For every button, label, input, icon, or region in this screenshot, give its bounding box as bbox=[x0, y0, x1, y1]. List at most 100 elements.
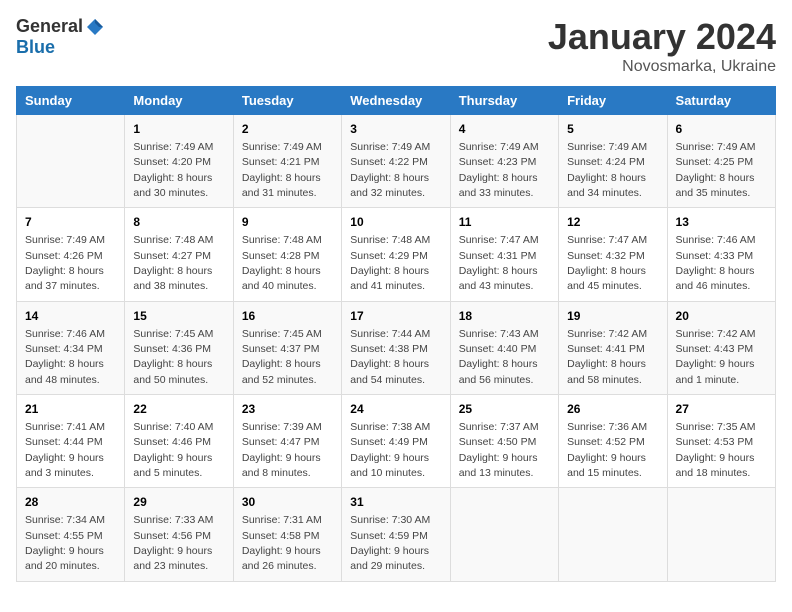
cell-info: Sunrise: 7:39 AM Sunset: 4:47 PM Dayligh… bbox=[242, 421, 322, 479]
day-number: 3 bbox=[350, 121, 441, 138]
header-wednesday: Wednesday bbox=[342, 87, 450, 115]
cell-info: Sunrise: 7:48 AM Sunset: 4:29 PM Dayligh… bbox=[350, 234, 430, 292]
calendar-cell: 17 Sunrise: 7:44 AM Sunset: 4:38 PM Dayli… bbox=[342, 301, 450, 394]
cell-info: Sunrise: 7:42 AM Sunset: 4:43 PM Dayligh… bbox=[676, 328, 756, 386]
day-number: 24 bbox=[350, 401, 441, 418]
header-tuesday: Tuesday bbox=[233, 87, 341, 115]
day-number: 12 bbox=[567, 214, 658, 231]
day-number: 17 bbox=[350, 308, 441, 325]
day-number: 13 bbox=[676, 214, 767, 231]
calendar-cell: 23 Sunrise: 7:39 AM Sunset: 4:47 PM Dayli… bbox=[233, 395, 341, 488]
calendar-cell: 25Sunrise: 7:37 AM Sunset: 4:50 PM Dayli… bbox=[450, 395, 558, 488]
day-number: 22 bbox=[133, 401, 224, 418]
calendar-week-row: 28 Sunrise: 7:34 AM Sunset: 4:55 PM Dayli… bbox=[17, 488, 776, 581]
calendar-cell: 10Sunrise: 7:48 AM Sunset: 4:29 PM Dayli… bbox=[342, 208, 450, 301]
cell-info: Sunrise: 7:48 AM Sunset: 4:28 PM Dayligh… bbox=[242, 234, 322, 292]
calendar-cell: 9 Sunrise: 7:48 AM Sunset: 4:28 PM Daylig… bbox=[233, 208, 341, 301]
page-header: General Blue January 2024 Novosmarka, Uk… bbox=[16, 16, 776, 76]
day-number: 29 bbox=[133, 494, 224, 511]
cell-info: Sunrise: 7:49 AM Sunset: 4:21 PM Dayligh… bbox=[242, 141, 322, 199]
day-number: 5 bbox=[567, 121, 658, 138]
calendar-cell: 24 Sunrise: 7:38 AM Sunset: 4:49 PM Dayli… bbox=[342, 395, 450, 488]
header-monday: Monday bbox=[125, 87, 233, 115]
calendar-cell: 1 Sunrise: 7:49 AM Sunset: 4:20 PM Daylig… bbox=[125, 115, 233, 208]
cell-info: Sunrise: 7:49 AM Sunset: 4:20 PM Dayligh… bbox=[133, 141, 213, 199]
calendar-cell: 2 Sunrise: 7:49 AM Sunset: 4:21 PM Daylig… bbox=[233, 115, 341, 208]
day-number: 20 bbox=[676, 308, 767, 325]
calendar-cell: 26 Sunrise: 7:36 AM Sunset: 4:52 PM Dayli… bbox=[559, 395, 667, 488]
calendar-cell: 29 Sunrise: 7:33 AM Sunset: 4:56 PM Dayli… bbox=[125, 488, 233, 581]
day-number: 27 bbox=[676, 401, 767, 418]
calendar-cell: 28 Sunrise: 7:34 AM Sunset: 4:55 PM Dayli… bbox=[17, 488, 125, 581]
calendar-week-row: 14 Sunrise: 7:46 AM Sunset: 4:34 PM Dayli… bbox=[17, 301, 776, 394]
cell-info: Sunrise: 7:30 AM Sunset: 4:59 PM Dayligh… bbox=[350, 514, 430, 572]
title-block: January 2024 Novosmarka, Ukraine bbox=[548, 16, 776, 76]
day-number: 18 bbox=[459, 308, 550, 325]
calendar-cell bbox=[17, 115, 125, 208]
cell-info: Sunrise: 7:44 AM Sunset: 4:38 PM Dayligh… bbox=[350, 328, 430, 386]
header-thursday: Thursday bbox=[450, 87, 558, 115]
day-number: 19 bbox=[567, 308, 658, 325]
day-number: 15 bbox=[133, 308, 224, 325]
cell-info: Sunrise: 7:46 AM Sunset: 4:34 PM Dayligh… bbox=[25, 328, 105, 386]
cell-info: Sunrise: 7:38 AM Sunset: 4:49 PM Dayligh… bbox=[350, 421, 430, 479]
day-number: 7 bbox=[25, 214, 116, 231]
calendar-cell: 12 Sunrise: 7:47 AM Sunset: 4:32 PM Dayli… bbox=[559, 208, 667, 301]
page-subtitle: Novosmarka, Ukraine bbox=[548, 58, 776, 76]
calendar-table: SundayMondayTuesdayWednesdayThursdayFrid… bbox=[16, 86, 776, 582]
day-number: 23 bbox=[242, 401, 333, 418]
calendar-cell: 21Sunrise: 7:41 AM Sunset: 4:44 PM Dayli… bbox=[17, 395, 125, 488]
day-number: 28 bbox=[25, 494, 116, 511]
page-title: January 2024 bbox=[548, 16, 776, 58]
header-sunday: Sunday bbox=[17, 87, 125, 115]
calendar-cell: 15 Sunrise: 7:45 AM Sunset: 4:36 PM Dayli… bbox=[125, 301, 233, 394]
calendar-cell: 8 Sunrise: 7:48 AM Sunset: 4:27 PM Daylig… bbox=[125, 208, 233, 301]
calendar-cell: 7Sunrise: 7:49 AM Sunset: 4:26 PM Daylig… bbox=[17, 208, 125, 301]
day-number: 16 bbox=[242, 308, 333, 325]
day-number: 26 bbox=[567, 401, 658, 418]
cell-info: Sunrise: 7:40 AM Sunset: 4:46 PM Dayligh… bbox=[133, 421, 213, 479]
cell-info: Sunrise: 7:45 AM Sunset: 4:37 PM Dayligh… bbox=[242, 328, 322, 386]
cell-info: Sunrise: 7:43 AM Sunset: 4:40 PM Dayligh… bbox=[459, 328, 539, 386]
day-number: 1 bbox=[133, 121, 224, 138]
calendar-cell: 20 Sunrise: 7:42 AM Sunset: 4:43 PM Dayli… bbox=[667, 301, 775, 394]
cell-info: Sunrise: 7:42 AM Sunset: 4:41 PM Dayligh… bbox=[567, 328, 647, 386]
header-friday: Friday bbox=[559, 87, 667, 115]
calendar-cell: 4 Sunrise: 7:49 AM Sunset: 4:23 PM Daylig… bbox=[450, 115, 558, 208]
logo: General Blue bbox=[16, 16, 105, 58]
cell-info: Sunrise: 7:47 AM Sunset: 4:32 PM Dayligh… bbox=[567, 234, 647, 292]
calendar-week-row: 1 Sunrise: 7:49 AM Sunset: 4:20 PM Daylig… bbox=[17, 115, 776, 208]
calendar-cell: 31Sunrise: 7:30 AM Sunset: 4:59 PM Dayli… bbox=[342, 488, 450, 581]
calendar-cell: 6Sunrise: 7:49 AM Sunset: 4:25 PM Daylig… bbox=[667, 115, 775, 208]
day-number: 9 bbox=[242, 214, 333, 231]
calendar-cell: 3Sunrise: 7:49 AM Sunset: 4:22 PM Daylig… bbox=[342, 115, 450, 208]
cell-info: Sunrise: 7:49 AM Sunset: 4:23 PM Dayligh… bbox=[459, 141, 539, 199]
calendar-cell: 22 Sunrise: 7:40 AM Sunset: 4:46 PM Dayli… bbox=[125, 395, 233, 488]
day-number: 8 bbox=[133, 214, 224, 231]
day-number: 14 bbox=[25, 308, 116, 325]
cell-info: Sunrise: 7:36 AM Sunset: 4:52 PM Dayligh… bbox=[567, 421, 647, 479]
cell-info: Sunrise: 7:31 AM Sunset: 4:58 PM Dayligh… bbox=[242, 514, 322, 572]
day-number: 25 bbox=[459, 401, 550, 418]
calendar-week-row: 7Sunrise: 7:49 AM Sunset: 4:26 PM Daylig… bbox=[17, 208, 776, 301]
calendar-week-row: 21Sunrise: 7:41 AM Sunset: 4:44 PM Dayli… bbox=[17, 395, 776, 488]
cell-info: Sunrise: 7:33 AM Sunset: 4:56 PM Dayligh… bbox=[133, 514, 213, 572]
day-number: 11 bbox=[459, 214, 550, 231]
calendar-cell: 14 Sunrise: 7:46 AM Sunset: 4:34 PM Dayli… bbox=[17, 301, 125, 394]
calendar-cell bbox=[667, 488, 775, 581]
cell-info: Sunrise: 7:49 AM Sunset: 4:25 PM Dayligh… bbox=[676, 141, 756, 199]
logo-icon bbox=[85, 17, 105, 37]
calendar-cell: 27Sunrise: 7:35 AM Sunset: 4:53 PM Dayli… bbox=[667, 395, 775, 488]
logo-general-text: General bbox=[16, 16, 83, 37]
calendar-cell: 30Sunrise: 7:31 AM Sunset: 4:58 PM Dayli… bbox=[233, 488, 341, 581]
cell-info: Sunrise: 7:48 AM Sunset: 4:27 PM Dayligh… bbox=[133, 234, 213, 292]
calendar-cell: 16 Sunrise: 7:45 AM Sunset: 4:37 PM Dayli… bbox=[233, 301, 341, 394]
cell-info: Sunrise: 7:34 AM Sunset: 4:55 PM Dayligh… bbox=[25, 514, 105, 572]
cell-info: Sunrise: 7:47 AM Sunset: 4:31 PM Dayligh… bbox=[459, 234, 539, 292]
day-number: 4 bbox=[459, 121, 550, 138]
calendar-header-row: SundayMondayTuesdayWednesdayThursdayFrid… bbox=[17, 87, 776, 115]
calendar-cell: 19 Sunrise: 7:42 AM Sunset: 4:41 PM Dayli… bbox=[559, 301, 667, 394]
cell-info: Sunrise: 7:45 AM Sunset: 4:36 PM Dayligh… bbox=[133, 328, 213, 386]
day-number: 21 bbox=[25, 401, 116, 418]
day-number: 2 bbox=[242, 121, 333, 138]
